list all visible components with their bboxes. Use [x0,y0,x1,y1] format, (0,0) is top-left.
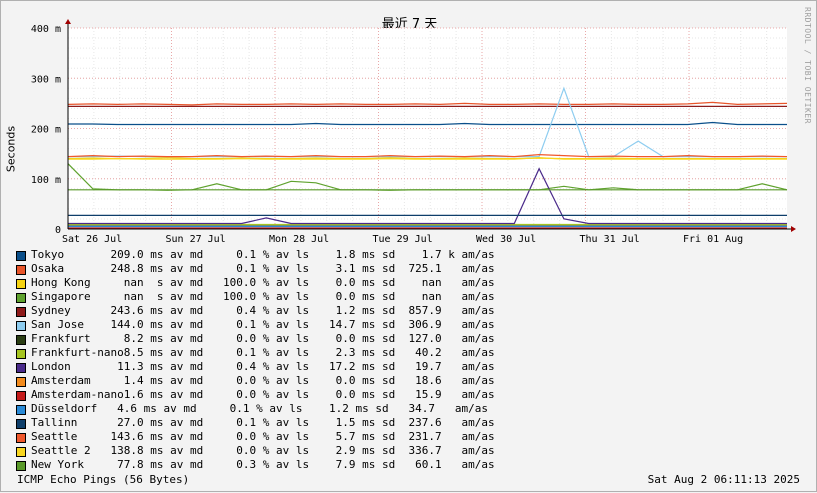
footer-caption: ICMP Echo Pings (56 Bytes) [17,473,190,486]
legend-swatch [16,349,26,359]
legend-series-stats: 144.0 ms av md 0.1 % av ls 14.7 ms sd 30… [31,318,495,331]
legend-swatch [16,377,26,387]
y-tick-label: 100 m [31,175,61,186]
legend-swatch [16,321,26,331]
legend-swatch [16,391,26,401]
legend-series-stats: 138.8 ms av md 0.0 % av ls 2.9 ms sd 336… [31,444,495,457]
x-tick-label: Thu 31 Jul [580,234,640,245]
legend-swatch [16,363,26,373]
legend-swatch [16,405,26,415]
legend-swatch [16,447,26,457]
x-tick-label: Wed 30 Jul [476,234,536,245]
legend-series-stats: 27.0 ms av md 0.1 % av ls 1.5 ms sd 237.… [31,416,495,429]
y-axis-arrow-icon [65,19,71,24]
x-tick-label: Sat 26 Jul [62,234,122,245]
legend-swatch [16,433,26,443]
legend-series-stats: 77.8 ms av md 0.3 % av ls 7.9 ms sd 60.1… [31,458,495,471]
legend-swatch [16,307,26,317]
legend-series-stats: 243.6 ms av md 0.4 % av ls 1.2 ms sd 857… [31,304,495,317]
footer-timestamp: Sat Aug 2 06:11:13 2025 [647,473,800,486]
legend-swatch [16,461,26,471]
legend-swatch [16,251,26,261]
plot-background [68,28,787,229]
legend-series-stats: 248.8 ms av md 0.1 % av ls 3.1 ms sd 725… [31,262,495,275]
legend-series-stats: 1.6 ms av md 0.0 % av ls 0.0 ms sd 15.9 … [31,388,495,401]
x-tick-label: Fri 01 Aug [683,234,743,245]
y-tick-label: 400 m [31,24,61,35]
y-tick-label: 0 [55,225,61,236]
x-tick-label: Sun 27 Jul [166,234,226,245]
legend-series-stats: 1.4 ms av md 0.0 % av ls 0.0 ms sd 18.6 … [31,374,495,387]
legend-swatch [16,419,26,429]
legend-swatch [16,335,26,345]
y-tick-label: 200 m [31,125,61,136]
legend-series-stats: nan s av md 100.0 % av ls 0.0 ms sd nan … [31,276,495,289]
legend-series-stats: 143.6 ms av md 0.0 % av ls 5.7 ms sd 231… [31,430,495,443]
legend-series-stats: 4.6 ms av md 0.1 % av ls 1.2 ms sd 34.7 … [31,402,488,415]
x-tick-label: Mon 28 Jul [269,234,329,245]
legend-swatch [16,293,26,303]
legend-series-stats: 11.3 ms av md 0.4 % av ls 17.2 ms sd 19.… [31,360,495,373]
legend-swatch [16,279,26,289]
legend-series-stats: nan s av md 100.0 % av ls 0.0 ms sd nan … [31,290,495,303]
legend-series-stats: 8.2 ms av md 0.0 % av ls 0.0 ms sd 127.0… [31,332,495,345]
legend-swatch [16,265,26,275]
chart-frame: 最近 7 天 RRDTOOL / TOBI OETIKER Seconds 01… [0,0,817,492]
x-axis-arrow-icon [791,226,796,232]
y-tick-label: 300 m [31,74,61,85]
legend-series-stats: 209.0 ms av md 0.1 % av ls 1.8 ms sd 1.7… [31,248,495,261]
x-tick-label: Tue 29 Jul [373,234,433,245]
legend-series-stats: 8.5 ms av md 0.1 % av ls 2.3 ms sd 40.2 … [31,346,495,359]
